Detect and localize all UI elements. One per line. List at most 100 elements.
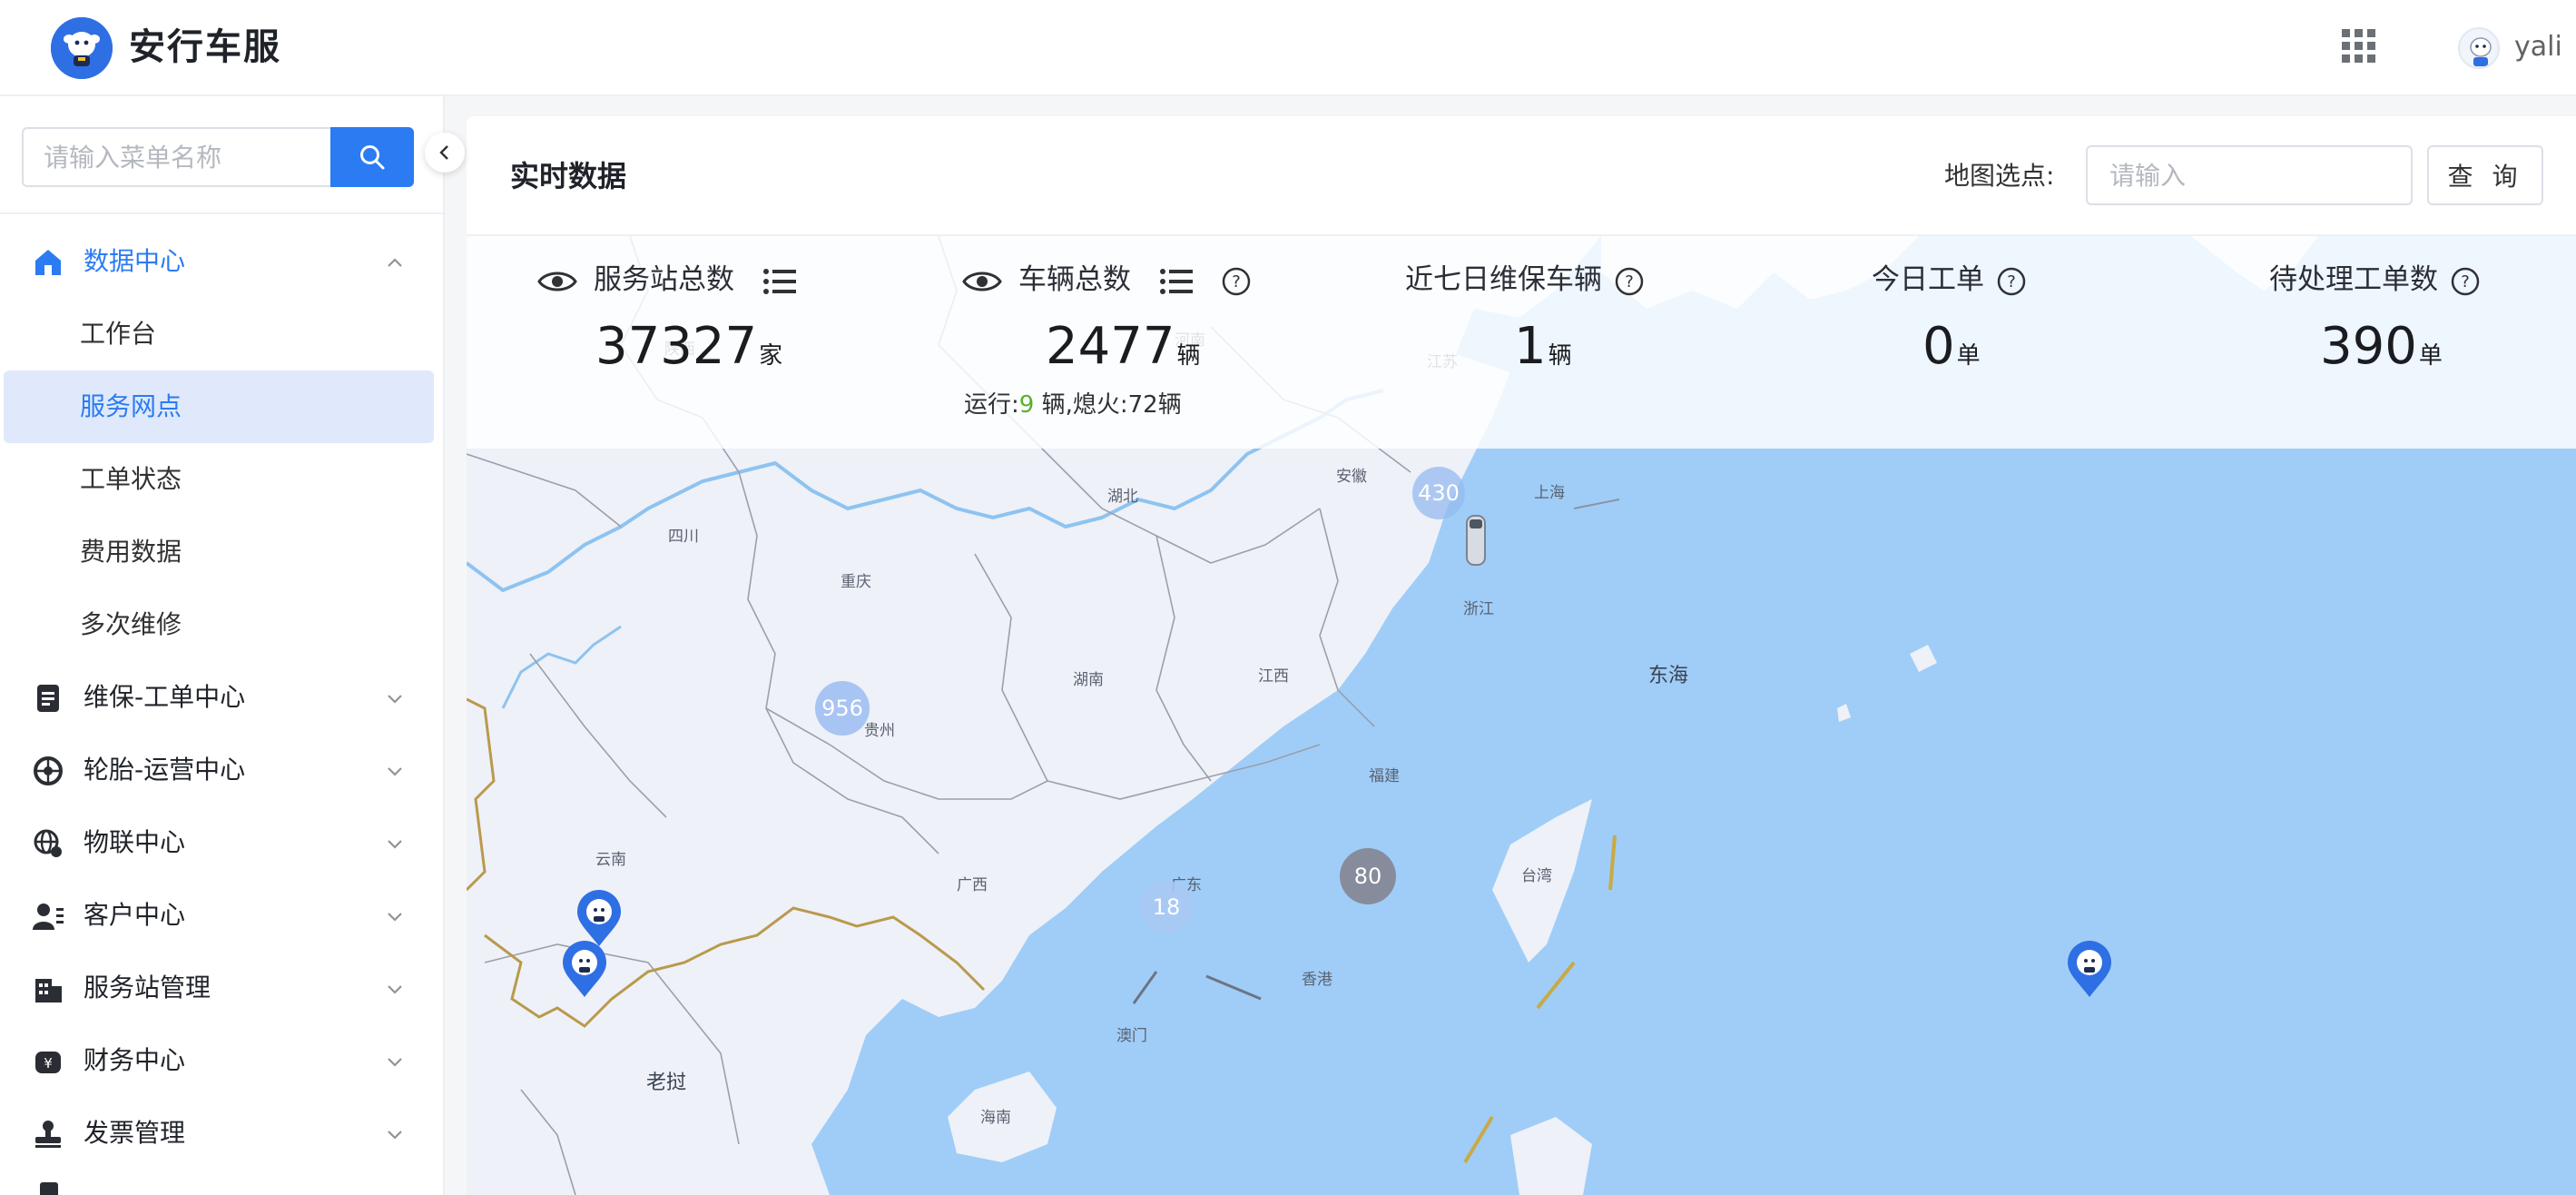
chevron-down-icon: [388, 1131, 402, 1140]
stat-value-row: 390单: [2320, 312, 2443, 393]
mascot-logo[interactable]: [51, 17, 113, 79]
submenu-label: 工单状态: [80, 464, 182, 494]
chevron-down-icon: [388, 913, 402, 922]
stat-title: 近七日维保车辆: [1405, 263, 1602, 296]
submenu-item-cost-data[interactable]: 费用数据: [4, 516, 434, 588]
globe-icon: [34, 829, 62, 857]
sidebar-collapse-button[interactable]: [425, 133, 465, 173]
submenu-item-workbench[interactable]: 工作台: [4, 298, 434, 370]
page-title: 实时数据: [510, 159, 627, 193]
stat-title-row: 今日工单 ?: [1872, 260, 2026, 300]
submenu-item-service-outlets[interactable]: 服务网点: [4, 370, 434, 443]
map-pick-input[interactable]: [2086, 145, 2413, 205]
menu-group-maintenance-orders[interactable]: 维保-工单中心: [0, 661, 443, 734]
service-station-pin[interactable]: [575, 890, 623, 948]
help-icon[interactable]: ?: [2451, 267, 2480, 296]
stat-value-row: 1辆: [1514, 312, 1572, 393]
stat-unit: 辆: [1548, 342, 1572, 370]
map-label-guangxi: 广西: [957, 876, 988, 894]
menu-search-input[interactable]: [22, 127, 332, 187]
stat-title-row: 近七日维保车辆 ?: [1405, 260, 1644, 300]
stat-title: 服务站总数: [594, 263, 734, 296]
grid-icon[interactable]: [2342, 29, 2376, 64]
svg-text:¥: ¥: [44, 1055, 53, 1072]
map-label-east-sea: 东海: [1648, 665, 1689, 687]
map-label-jiangxi: 江西: [1258, 667, 1289, 686]
finance-icon: ¥: [35, 1052, 61, 1073]
map-cluster-marker[interactable]: 18: [1140, 881, 1193, 933]
submenu-item-repeat-repair[interactable]: 多次维修: [4, 588, 434, 661]
map-label-hainan: 海南: [980, 1109, 1011, 1127]
menu-group-customer-center[interactable]: 客户中心: [0, 879, 443, 952]
stat-title-row: 待处理工单数 ?: [2269, 260, 2480, 300]
map-label-anhui: 安徽: [1336, 468, 1367, 486]
map-label-fujian: 福建: [1369, 767, 1400, 785]
help-icon[interactable]: ?: [1997, 267, 2026, 296]
svg-text:?: ?: [2007, 272, 2016, 291]
map-label-guizhou: 贵州: [864, 722, 895, 740]
menu-group-station-management[interactable]: 服务站管理: [0, 952, 443, 1024]
user-avatar[interactable]: [2458, 27, 2500, 69]
map-label-taiwan: 台湾: [1521, 867, 1552, 885]
chevron-left-icon: [439, 145, 448, 160]
menu-search-button[interactable]: [330, 127, 414, 187]
help-icon[interactable]: ?: [1222, 267, 1251, 296]
panel-toolbar: 实时数据 地图选点: 查 询: [467, 116, 2576, 236]
service-station-pin[interactable]: [561, 941, 608, 999]
menu-next-icon-partial: [40, 1182, 58, 1195]
menu-group-label: 服务站管理: [84, 973, 211, 1002]
menu-group-finance-center[interactable]: ¥ 财务中心: [0, 1024, 443, 1097]
menu-group-tire-operations[interactable]: 轮胎-运营中心: [0, 734, 443, 806]
map-label-hubei: 湖北: [1107, 488, 1138, 506]
stat-value-row: 2477辆: [1046, 312, 1201, 393]
building-icon: [35, 979, 62, 1002]
submenu-item-order-status[interactable]: 工单状态: [4, 443, 434, 516]
chevron-down-icon: [388, 985, 402, 994]
search-icon: [360, 145, 385, 170]
vehicle-marker[interactable]: [1463, 514, 1489, 567]
home-icon: [35, 250, 61, 275]
map-cluster-marker[interactable]: 430: [1412, 467, 1465, 519]
stat-value: 37327: [595, 317, 758, 376]
map-label-hunan: 湖南: [1073, 671, 1104, 689]
stopped-count: 72辆: [1127, 391, 1182, 419]
list-icon[interactable]: [1159, 268, 1193, 295]
menu-group-iot-center[interactable]: 物联中心: [0, 806, 443, 879]
stat-vehicles: 车辆总数 ? 2477辆 运行:9 辆,熄火:72辆: [962, 236, 1325, 449]
stat-maintained-vehicles: 近七日维保车辆 ? 1辆: [1405, 236, 1750, 449]
list-icon[interactable]: [762, 268, 796, 295]
help-icon[interactable]: ?: [1615, 267, 1644, 296]
menu-group-label: 发票管理: [84, 1118, 186, 1148]
chevron-down-icon: [388, 1058, 402, 1067]
svg-text:?: ?: [2461, 272, 2470, 291]
stat-pending-orders: 待处理工单数 ? 390单: [2269, 236, 2569, 449]
tire-icon: [34, 756, 63, 785]
map-label-hongkong: 香港: [1302, 971, 1332, 989]
chevron-up-icon: [388, 258, 402, 267]
submenu-label: 多次维修: [80, 609, 182, 639]
menu-group-label: 维保-工单中心: [84, 682, 246, 712]
menu-group-label: 财务中心: [84, 1045, 186, 1075]
stat-today-orders: 今日工单 ? 0单: [1872, 236, 2144, 449]
menu-group-label: 轮胎-运营中心: [84, 755, 246, 785]
stat-value: 390: [2320, 317, 2417, 376]
map-label-zhejiang: 浙江: [1463, 600, 1494, 618]
menu-group-data-center[interactable]: 数据中心: [0, 225, 443, 298]
menu-group-label: 客户中心: [84, 900, 186, 930]
stat-title: 今日工单: [1872, 263, 1984, 296]
map-cluster-marker[interactable]: 80: [1340, 848, 1396, 904]
map-label-yunnan: 云南: [595, 851, 626, 869]
land-small-isle-2: [1837, 704, 1851, 722]
service-station-pin[interactable]: [2066, 941, 2113, 999]
stat-title: 车辆总数: [1018, 263, 1131, 296]
query-button[interactable]: 查 询: [2427, 145, 2543, 205]
user-name[interactable]: yali: [2514, 27, 2562, 67]
running-prefix: 运行:: [964, 391, 1019, 419]
eye-icon[interactable]: [537, 269, 577, 294]
menu-group-invoice-management[interactable]: 发票管理: [0, 1097, 443, 1170]
map-cluster-marker[interactable]: 956: [815, 681, 870, 736]
stat-value: 1: [1514, 317, 1547, 376]
stamp-icon: [35, 1121, 61, 1148]
eye-icon[interactable]: [962, 269, 1002, 294]
stat-title: 待处理工单数: [2269, 263, 2438, 296]
